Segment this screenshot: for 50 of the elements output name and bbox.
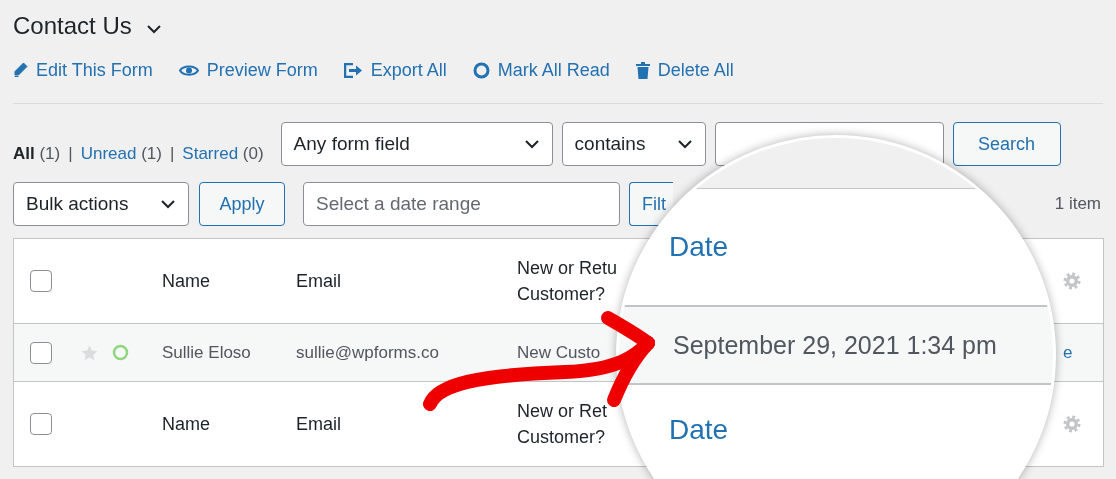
action-link[interactable]: Export All xyxy=(343,59,447,81)
action-link[interactable]: e xyxy=(1063,342,1073,363)
column-header: Customer? xyxy=(517,426,607,448)
view-filter-link[interactable]: All (1) xyxy=(13,144,61,164)
settings-icon[interactable] xyxy=(1063,415,1081,433)
eye-icon xyxy=(178,63,199,77)
search-button[interactable]: Search xyxy=(952,122,1061,166)
view-filter-link[interactable]: Unread (1) xyxy=(80,144,162,164)
table-cell: sullie@wpforms.co xyxy=(296,342,439,363)
settings-icon[interactable] xyxy=(1063,272,1081,290)
chevron-down-icon xyxy=(160,199,176,209)
view-filter-link[interactable]: Starred (0) xyxy=(182,144,264,164)
operator-select[interactable]: contains xyxy=(561,122,706,166)
column-header: New or Ret xyxy=(517,400,608,422)
column-header: New or Retu xyxy=(517,257,618,279)
export-icon xyxy=(343,62,363,78)
ring-icon[interactable] xyxy=(112,344,129,361)
table-cell: New Custo xyxy=(517,342,601,363)
filter-button[interactable]: Filt xyxy=(629,182,673,226)
separator: | xyxy=(169,144,175,164)
column-header: Date xyxy=(669,414,729,446)
trash-icon xyxy=(635,61,650,79)
column-header: Email xyxy=(296,413,341,435)
field-select[interactable]: Any form field xyxy=(280,122,553,166)
table-cell: Sullie Eloso xyxy=(162,342,251,363)
pencil-icon xyxy=(13,62,28,78)
separator: | xyxy=(68,144,73,164)
action-link[interactable]: Delete All xyxy=(635,59,734,81)
chevron-down-icon xyxy=(676,139,693,149)
item-count: 1 item xyxy=(1054,194,1101,214)
action-link[interactable]: Mark All Read xyxy=(472,59,610,81)
column-header: Name xyxy=(162,413,210,435)
column-header: Date xyxy=(669,231,729,263)
column-header: Email xyxy=(296,270,341,292)
select-all-checkbox[interactable] xyxy=(30,270,52,292)
action-link[interactable]: Preview Form xyxy=(178,59,318,81)
star-icon[interactable] xyxy=(81,344,98,361)
chevron-down-icon xyxy=(523,139,540,149)
action-link[interactable]: Edit This Form xyxy=(13,59,153,81)
column-header: Customer? xyxy=(517,283,607,305)
apply-button[interactable]: Apply xyxy=(199,182,285,226)
row-checkbox[interactable] xyxy=(30,341,52,364)
page-title: Contact Us xyxy=(13,12,132,40)
bulk-actions-select[interactable]: Bulk actions xyxy=(13,182,189,226)
select-all-checkbox[interactable] xyxy=(30,413,52,435)
column-header: Name xyxy=(162,270,210,292)
chevron-down-icon[interactable] xyxy=(145,24,162,34)
date-range-field[interactable]: Select a date range xyxy=(303,182,620,226)
circle-icon xyxy=(472,61,490,79)
table-cell: September 29, 2021 1:34 pm xyxy=(673,330,997,360)
